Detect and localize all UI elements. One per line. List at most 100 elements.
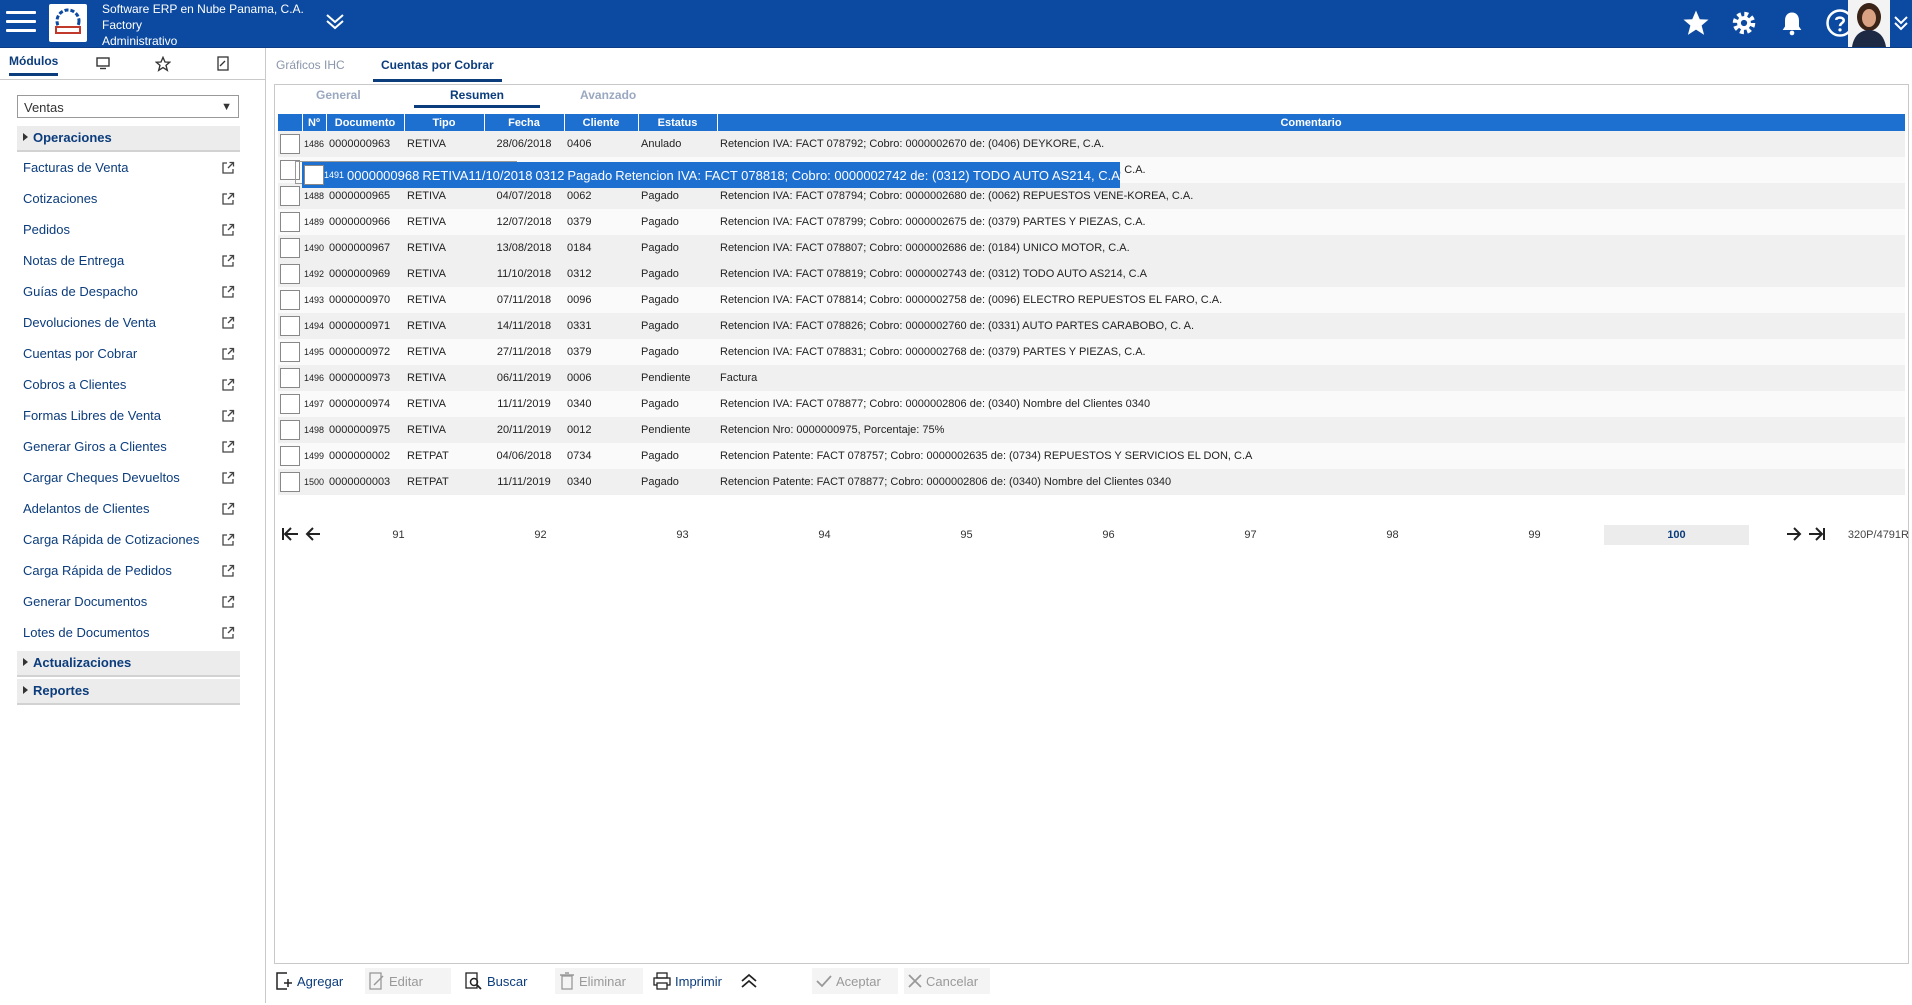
sidebar-menu-item[interactable]: Formas Libres de Venta [23, 408, 235, 428]
cancel-button[interactable]: Cancelar [904, 968, 990, 994]
row-checkbox[interactable] [280, 264, 300, 284]
open-external-icon[interactable] [221, 564, 235, 581]
page-link[interactable]: 97 [1178, 529, 1323, 541]
sidebar-menu-item[interactable]: Carga Rápida de Cotizaciones [23, 532, 235, 552]
print-options-chevron-icon[interactable] [740, 968, 758, 994]
monitor-icon[interactable] [96, 56, 110, 75]
page-link[interactable]: 98 [1320, 529, 1465, 541]
table-row[interactable]: 1492 0000000969 RETIVA 11/10/2018 0312 Pagado… [278, 261, 1905, 287]
open-external-icon[interactable] [221, 533, 235, 550]
table-row[interactable]: 1493 0000000970 RETIVA 07/11/2018 0096 Pagado… [278, 287, 1905, 313]
table-row[interactable]: 1499 0000000002 RETPAT 04/06/2018 0734 Pagado… [278, 443, 1905, 469]
row-checkbox[interactable] [304, 165, 324, 185]
table-row[interactable]: 1494 0000000971 RETIVA 14/11/2018 0331 Pagado… [278, 313, 1905, 339]
row-checkbox[interactable] [280, 472, 300, 492]
sidebar-menu-item[interactable]: Cobros a Clientes [23, 377, 235, 397]
user-menu-chevron-icon[interactable] [1893, 15, 1909, 38]
notifications-bell-icon[interactable] [1775, 6, 1809, 40]
sidebar-menu-item[interactable]: Generar Giros a Clientes [23, 439, 235, 459]
previous-page-icon[interactable] [305, 526, 321, 545]
first-page-icon[interactable] [281, 526, 299, 545]
sidebar-menu-item[interactable]: Devoluciones de Venta [23, 315, 235, 335]
table-row[interactable]: 1490 0000000967 RETIVA 13/08/2018 0184 Pagado… [278, 235, 1905, 261]
table-row[interactable]: 1497 0000000974 RETIVA 11/11/2019 0340 Pagado… [278, 391, 1905, 417]
row-checkbox[interactable] [280, 316, 300, 336]
user-avatar[interactable] [1848, 0, 1890, 47]
open-external-icon[interactable] [221, 316, 235, 333]
open-external-icon[interactable] [221, 440, 235, 457]
open-external-icon[interactable] [221, 192, 235, 209]
search-button[interactable]: Buscar [465, 968, 527, 994]
row-checkbox[interactable] [280, 342, 300, 362]
row-checkbox[interactable] [280, 446, 300, 466]
notepad-icon[interactable] [216, 56, 230, 76]
col-fecha[interactable]: Fecha [484, 114, 565, 131]
sidebar-menu-item[interactable]: Notas de Entrega [23, 253, 235, 273]
row-checkbox[interactable] [280, 368, 300, 388]
page-link[interactable]: 93 [610, 529, 755, 541]
page-link[interactable]: 91 [326, 529, 471, 541]
favorites-star-icon[interactable] [1679, 6, 1713, 40]
page-link[interactable]: 95 [894, 529, 1039, 541]
settings-gear-icon[interactable] [1727, 6, 1761, 40]
col-tipo[interactable]: Tipo [404, 114, 485, 131]
accept-button[interactable]: Aceptar [812, 968, 898, 994]
row-checkbox[interactable] [280, 186, 300, 206]
open-external-icon[interactable] [221, 626, 235, 643]
module-select[interactable]: Ventas ▼ [17, 95, 239, 118]
page-link[interactable]: 96 [1036, 529, 1181, 541]
sidebar-menu-item[interactable]: Lotes de Documentos [23, 625, 235, 645]
open-external-icon[interactable] [221, 161, 235, 178]
last-page-icon[interactable] [1808, 526, 1826, 545]
sidebar-menu-item[interactable]: Pedidos [23, 222, 235, 242]
open-external-icon[interactable] [221, 409, 235, 426]
row-checkbox[interactable] [280, 420, 300, 440]
section-reportes[interactable]: Reportes [17, 679, 240, 705]
table-row[interactable]: 1491 0000000968 RETIVA 11/10/2018 0312 Pagado… [295, 161, 1120, 188]
sidebar-menu-item[interactable]: Cotizaciones [23, 191, 235, 211]
open-external-icon[interactable] [221, 471, 235, 488]
tab-resumen[interactable]: Resumen [414, 88, 540, 108]
open-external-icon[interactable] [221, 285, 235, 302]
sidebar-menu-item[interactable]: Adelantos de Clientes [23, 501, 235, 521]
tab-avanzado[interactable]: Avanzado [580, 88, 636, 102]
sidebar-menu-item[interactable]: Cuentas por Cobrar [23, 346, 235, 366]
open-external-icon[interactable] [221, 502, 235, 519]
sidebar-menu-item[interactable]: Cargar Cheques Devueltos [23, 470, 235, 490]
tab-general[interactable]: General [316, 88, 361, 102]
page-link[interactable]: 94 [752, 529, 897, 541]
sidebar-menu-item[interactable]: Generar Documentos [23, 594, 235, 614]
table-row[interactable]: 1500 0000000003 RETPAT 11/11/2019 0340 Pagado… [278, 469, 1905, 495]
table-row[interactable]: 1489 0000000966 RETIVA 12/07/2018 0379 Pagado… [278, 209, 1905, 235]
tab-modulos[interactable]: Módulos [9, 54, 59, 76]
col-num[interactable]: Nº [302, 114, 327, 131]
sidebar-menu-item[interactable]: Guías de Despacho [23, 284, 235, 304]
tab-cuentas-por-cobrar[interactable]: Cuentas por Cobrar [373, 56, 502, 82]
print-button[interactable]: Imprimir [653, 968, 722, 994]
row-checkbox[interactable] [280, 290, 300, 310]
table-row[interactable]: 1496 0000000973 RETIVA 06/11/2019 0006 Pendie… [278, 365, 1905, 391]
sidebar-menu-item[interactable]: Facturas de Venta [23, 160, 235, 180]
col-comentario[interactable]: Comentario [717, 114, 1906, 131]
table-row[interactable]: 1495 0000000972 RETIVA 27/11/2018 0379 Pagado… [278, 339, 1905, 365]
tab-graficos-ihc[interactable]: Gráficos IHC [276, 58, 345, 72]
favorites-star-outline-icon[interactable] [154, 55, 172, 77]
table-row[interactable]: 1486 0000000963 RETIVA 28/06/2018 0406 Anulad… [278, 131, 1905, 157]
sidebar-menu-item[interactable]: Carga Rápida de Pedidos [23, 563, 235, 583]
page-link[interactable]: 100 [1604, 525, 1749, 545]
row-checkbox[interactable] [280, 394, 300, 414]
open-external-icon[interactable] [221, 254, 235, 271]
page-link[interactable]: 99 [1462, 529, 1607, 541]
open-external-icon[interactable] [221, 223, 235, 240]
row-checkbox[interactable] [280, 238, 300, 258]
double-chevron-down-icon[interactable] [325, 13, 345, 36]
next-page-icon[interactable] [1786, 526, 1802, 545]
edit-button[interactable]: Editar [365, 968, 451, 994]
col-cliente[interactable]: Cliente [564, 114, 639, 131]
delete-button[interactable]: Eliminar [555, 968, 643, 994]
open-external-icon[interactable] [221, 347, 235, 364]
open-external-icon[interactable] [221, 595, 235, 612]
col-documento[interactable]: Documento [326, 114, 405, 131]
page-link[interactable]: 92 [468, 529, 613, 541]
section-operaciones[interactable]: Operaciones [17, 126, 240, 152]
